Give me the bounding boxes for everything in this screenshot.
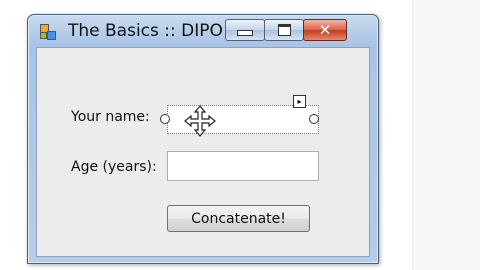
age-input[interactable] bbox=[167, 151, 319, 181]
form-client-area: Your name: ▸ Age (years): Concatenate! bbox=[36, 47, 370, 257]
maximize-button[interactable] bbox=[264, 19, 304, 41]
maximize-icon bbox=[277, 24, 291, 36]
move-cursor-icon bbox=[184, 105, 216, 137]
close-button[interactable]: ✕ bbox=[303, 19, 347, 41]
form-window[interactable]: The Basics :: DIPO ✕ Your name: ▸ Age (y… bbox=[27, 14, 379, 264]
close-icon: ✕ bbox=[318, 21, 332, 39]
name-label: Your name: bbox=[71, 109, 150, 125]
resize-handle-left[interactable] bbox=[160, 114, 170, 124]
background-panel bbox=[412, 0, 480, 270]
concatenate-button[interactable]: Concatenate! bbox=[167, 205, 310, 232]
minimize-button[interactable] bbox=[225, 19, 265, 41]
minimize-icon bbox=[237, 30, 253, 36]
smart-tag-icon[interactable]: ▸ bbox=[293, 95, 306, 108]
app-icon bbox=[40, 24, 56, 40]
title-bar[interactable]: The Basics :: DIPO ✕ bbox=[28, 15, 378, 47]
resize-handle-right[interactable] bbox=[309, 114, 319, 124]
window-title: The Basics :: DIPO bbox=[68, 21, 223, 41]
age-label: Age (years): bbox=[71, 159, 157, 175]
